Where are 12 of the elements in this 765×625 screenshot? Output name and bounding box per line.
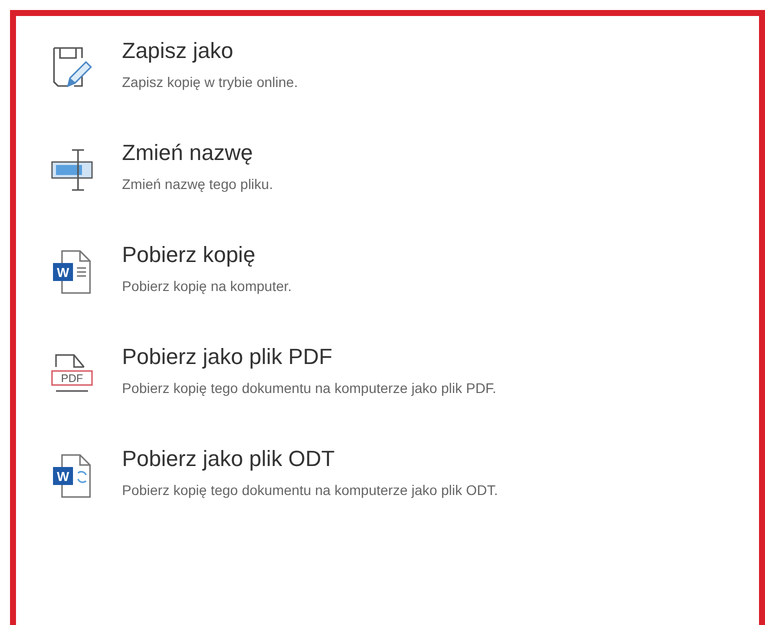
menu-item-description: Pobierz kopię tego dokumentu na komputerze jako plik ODT. <box>122 482 498 498</box>
rename-field-icon <box>50 148 94 192</box>
menu-item-description: Zapisz kopię w trybie online. <box>122 74 298 90</box>
menu-item-title[interactable]: Zapisz jako <box>122 38 298 64</box>
menu-item-title[interactable]: Pobierz jako plik PDF <box>122 344 496 370</box>
menu-item-description: Pobierz kopię tego dokumentu na komputerze jako plik PDF. <box>122 380 496 396</box>
menu-item-title[interactable]: Zmień nazwę <box>122 140 273 166</box>
floppy-pencil-icon <box>52 46 92 90</box>
menu-item-title[interactable]: Pobierz kopię <box>122 242 292 268</box>
menu-item-description: Zmień nazwę tego pliku. <box>122 176 273 192</box>
menu-item-title[interactable]: Pobierz jako plik ODT <box>122 446 498 472</box>
menu-item-description: Pobierz kopię na komputer. <box>122 278 292 294</box>
